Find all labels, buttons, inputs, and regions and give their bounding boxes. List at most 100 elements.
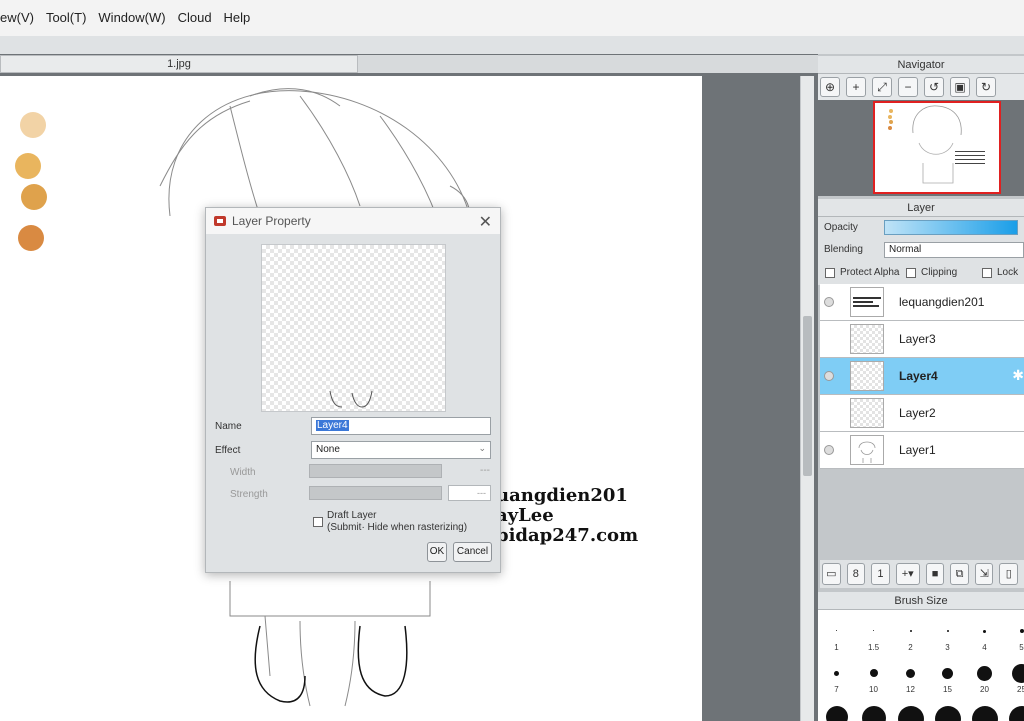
brush-size-12[interactable]: 12: [892, 666, 929, 694]
brush-size-large[interactable]: [855, 706, 892, 721]
effect-label: Effect: [215, 445, 241, 456]
brush-size-4[interactable]: 4: [966, 626, 1003, 652]
width-slider: [309, 464, 442, 478]
preview-sketch: [329, 390, 373, 408]
layer-header: Layer: [818, 199, 1024, 217]
menu-window[interactable]: Window(W): [92, 0, 171, 36]
lock-checkbox[interactable]: [982, 268, 992, 278]
strength-label: Strength: [230, 489, 268, 500]
protect-alpha-label: Protect Alpha: [840, 267, 900, 278]
text-thumbnail: [853, 297, 881, 307]
close-icon[interactable]: ✕: [479, 212, 492, 232]
menu-tool[interactable]: Tool(T): [40, 0, 92, 36]
layer-thumbnail: [850, 324, 884, 354]
draft-layer-text: Draft Layer (Submit· Hide when rasterizi…: [327, 510, 468, 533]
dialog-title: Layer Property: [232, 214, 311, 228]
zoom-actual-icon[interactable]: ⊕: [820, 77, 840, 97]
draft-layer-checkbox[interactable]: [313, 517, 323, 527]
brush-size-1-5[interactable]: 1.5: [855, 626, 892, 652]
name-label: Name: [215, 421, 242, 432]
brush-size-1[interactable]: 1: [818, 626, 855, 652]
brush-size-5[interactable]: 5: [1003, 626, 1024, 652]
lock-label: Lock: [997, 267, 1019, 278]
brush-size-20[interactable]: 20: [966, 666, 1003, 694]
dialog-titlebar: Layer Property: [206, 208, 500, 234]
visibility-icon[interactable]: [824, 297, 834, 307]
clipping-checkbox[interactable]: [906, 268, 916, 278]
brush-size-large[interactable]: [966, 706, 1003, 721]
layer-thumbnail: [850, 287, 884, 317]
layer-row[interactable]: Layer3: [820, 321, 1024, 358]
cancel-button[interactable]: Cancel: [453, 542, 492, 562]
new-layer-icon[interactable]: ▭: [822, 563, 841, 585]
folder-icon[interactable]: ■: [925, 563, 945, 585]
layer-toolbar: ▭ 8 1 +▾ ■ ⧉ ⇲ ▯: [820, 560, 1024, 588]
blending-select[interactable]: Normal: [884, 242, 1024, 258]
new-halftone-layer-icon[interactable]: 8: [846, 563, 866, 585]
layer-row[interactable]: lequangdien201: [820, 284, 1024, 321]
effect-select[interactable]: None ⌄: [311, 441, 491, 459]
brush-size-large[interactable]: [818, 706, 855, 721]
fit-screen-icon[interactable]: ⤢: [872, 77, 892, 97]
opacity-slider[interactable]: [884, 220, 1018, 235]
brush-size-3[interactable]: 3: [929, 626, 966, 652]
effect-value: None: [316, 444, 340, 455]
width-value: ---: [480, 465, 490, 476]
blending-label: Blending: [824, 244, 863, 255]
navigator-sketch: [888, 105, 962, 184]
gear-icon[interactable]: ✱: [1012, 367, 1024, 384]
document-tab[interactable]: 1.jpg: [0, 55, 358, 73]
toolbar: [0, 36, 1024, 54]
strength-input: ---: [448, 485, 491, 501]
brush-size-large[interactable]: [929, 706, 966, 721]
brush-size-header: Brush Size: [818, 592, 1024, 610]
delete-layer-icon[interactable]: ▯: [999, 563, 1019, 585]
menu-view[interactable]: ew(V): [0, 0, 40, 36]
brush-size-large[interactable]: [1003, 706, 1024, 721]
name-input[interactable]: Layer4: [311, 417, 491, 435]
navigator-toolbar: ⊕ + ⤢ − ↺ ▣ ↻: [818, 74, 1024, 100]
add-layer-menu-icon[interactable]: +▾: [895, 563, 920, 585]
layer-name: lequangdien201: [899, 295, 985, 309]
clipping-label: Clipping: [921, 267, 958, 278]
layer-row[interactable]: Layer1: [820, 432, 1024, 469]
brush-size-large[interactable]: [892, 706, 929, 721]
app-icon: [214, 216, 226, 226]
brush-size-25[interactable]: 25: [1003, 664, 1024, 694]
rotate-right-icon[interactable]: ↻: [976, 77, 996, 97]
canvas-watermark-text: uangdien201 ayLee bidap247.com: [496, 485, 639, 546]
name-input-value: Layer4: [316, 420, 349, 431]
layer-row-selected[interactable]: Layer4 ✱: [820, 358, 1024, 395]
layer-thumbnail: [850, 435, 884, 465]
layer-preview: [261, 244, 446, 412]
menu-bar: ew(V) Tool(T) Window(W) Cloud Help: [0, 0, 1024, 36]
zoom-out-icon[interactable]: −: [898, 77, 918, 97]
brush-size-10[interactable]: 10: [855, 666, 892, 694]
sketch-thumbnail: [858, 441, 876, 463]
brush-size-15[interactable]: 15: [929, 666, 966, 694]
brush-size-2[interactable]: 2: [892, 626, 929, 652]
duplicate-layer-icon[interactable]: ⧉: [950, 563, 969, 585]
opacity-label: Opacity: [824, 222, 858, 233]
canvas-vertical-scrollbar[interactable]: [800, 76, 814, 721]
new-1bit-layer-icon[interactable]: 1: [871, 563, 890, 585]
rotate-left-icon[interactable]: ↺: [924, 77, 944, 97]
strength-slider: [309, 486, 442, 500]
layer-row[interactable]: Layer2: [820, 395, 1024, 432]
reset-view-icon[interactable]: ▣: [950, 77, 970, 97]
visibility-icon[interactable]: [824, 445, 834, 455]
merge-down-icon[interactable]: ⇲: [974, 563, 994, 585]
visibility-icon[interactable]: [824, 371, 834, 381]
layer-thumbnail: [850, 398, 884, 428]
navigator-thumbnail[interactable]: [873, 101, 1001, 194]
brush-size-7[interactable]: 7: [818, 666, 855, 694]
layer-name: Layer2: [899, 406, 936, 420]
protect-alpha-checkbox[interactable]: [825, 268, 835, 278]
chevron-down-icon: ⌄: [478, 443, 486, 453]
scrollbar-thumb[interactable]: [803, 316, 812, 476]
menu-help[interactable]: Help: [218, 0, 257, 36]
menu-cloud[interactable]: Cloud: [172, 0, 218, 36]
zoom-in-icon[interactable]: +: [846, 77, 866, 97]
brush-size-grid: 1 1.5 2 3 4 5 7 10 12 15 20 25: [818, 610, 1024, 721]
ok-button[interactable]: OK: [427, 542, 447, 562]
